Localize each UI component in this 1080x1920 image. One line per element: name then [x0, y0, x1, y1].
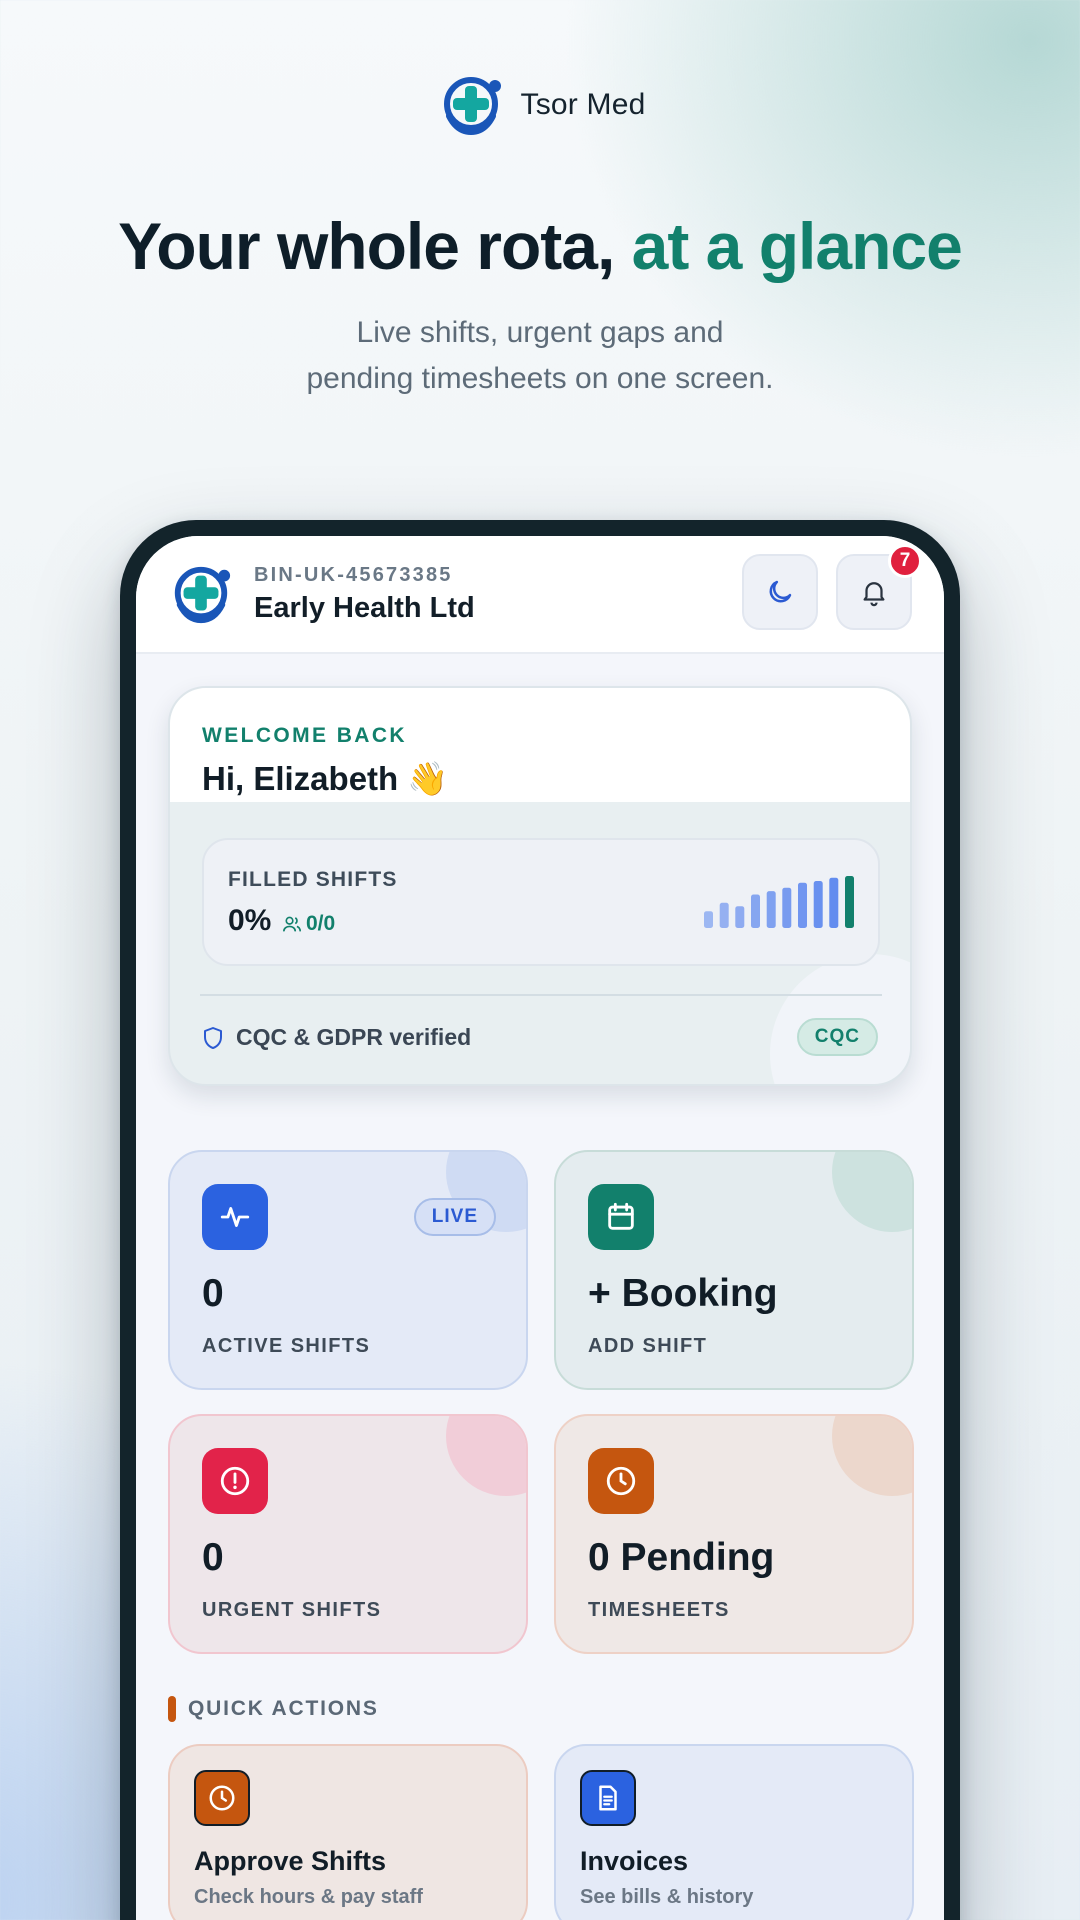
- trend-bar: [829, 877, 839, 928]
- notifications-button[interactable]: 7: [836, 544, 922, 630]
- approve-shifts-action[interactable]: Approve Shifts Check hours & pay staff: [168, 1744, 528, 1920]
- trend-bar: [798, 882, 807, 928]
- quick-actions-heading: QUICK ACTIONS: [168, 1696, 379, 1722]
- add-shift-label: ADD SHIFT: [588, 1335, 708, 1357]
- hero-headline: Your whole rota, at a glance: [0, 208, 1080, 284]
- timesheets-label: TIMESHEETS: [588, 1599, 730, 1621]
- welcome-divider: [200, 994, 882, 996]
- quick-actions-title: QUICK ACTIONS: [188, 1697, 379, 1720]
- tile-decoration: [446, 1416, 526, 1496]
- clock-icon: [588, 1448, 654, 1514]
- welcome-label: WELCOME BACK: [202, 724, 407, 747]
- trend-bar: [782, 887, 792, 928]
- headline-accent: at a glance: [631, 209, 963, 283]
- users-icon: [283, 916, 301, 932]
- brand: Tsor Med: [0, 72, 1080, 138]
- bell-icon: [863, 582, 885, 607]
- verified-text: CQC & GDPR verified: [236, 1024, 472, 1050]
- subline-2: pending timesheets on one screen.: [306, 362, 774, 395]
- approve-shifts-title: Approve Shifts: [194, 1846, 387, 1876]
- tile-decoration: [832, 1152, 912, 1232]
- org-logo-icon: [174, 566, 231, 624]
- welcome-card: WELCOME BACK Hi, Elizabeth 👋 FILLED SHIF…: [168, 686, 912, 1086]
- app-header: BIN-UK-45673385 Early Health Ltd 7: [136, 536, 944, 654]
- pending-timesheets-value: 0 Pending: [588, 1536, 775, 1579]
- org-name: Early Health Ltd: [254, 592, 475, 624]
- invoices-subtitle: See bills & history: [580, 1886, 754, 1908]
- document-icon: [580, 1770, 636, 1826]
- subline-1: Live shifts, urgent gaps and: [356, 316, 724, 349]
- trend-bar: [719, 902, 729, 928]
- filled-count-text: 0/0: [306, 912, 336, 935]
- urgent-shifts-value: 0: [202, 1536, 224, 1579]
- filled-shifts-percent: 0%: [228, 904, 272, 937]
- active-shifts-value: 0: [202, 1272, 224, 1315]
- org-id: BIN-UK-45673385: [254, 564, 453, 586]
- active-shifts-tile[interactable]: LIVE 0 ACTIVE SHIFTS: [168, 1150, 528, 1390]
- theme-toggle-button[interactable]: [742, 554, 818, 630]
- trend-bar: [845, 876, 854, 928]
- cqc-chip: CQC: [796, 1018, 878, 1056]
- trend-bar: [735, 906, 745, 928]
- welcome-greeting: Hi, Elizabeth 👋: [202, 760, 449, 797]
- approve-shifts-subtitle: Check hours & pay staff: [194, 1886, 423, 1908]
- active-shifts-label: ACTIVE SHIFTS: [202, 1335, 371, 1357]
- urgent-shifts-label: URGENT SHIFTS: [202, 1599, 382, 1621]
- filled-shifts-panel: FILLED SHIFTS 0% 0/0: [202, 838, 880, 966]
- filled-shifts-label: FILLED SHIFTS: [228, 868, 398, 891]
- hero-subline: Live shifts, urgent gaps and pending tim…: [0, 310, 1080, 402]
- alert-icon: [202, 1448, 268, 1514]
- trend-bar: [751, 894, 760, 928]
- tile-decoration: [832, 1416, 912, 1496]
- notification-count-badge: 7: [888, 544, 922, 578]
- calendar-icon: [588, 1184, 654, 1250]
- trend-bar: [766, 891, 776, 928]
- invoices-action[interactable]: Invoices See bills & history: [554, 1744, 914, 1920]
- shield-icon: [204, 1026, 222, 1049]
- section-marker: [168, 1696, 176, 1722]
- activity-icon: [202, 1184, 268, 1250]
- trend-bar: [704, 911, 713, 928]
- tsor-med-logo-icon: [443, 77, 501, 136]
- clock-icon: [194, 1770, 250, 1826]
- urgent-shifts-tile[interactable]: 0 URGENT SHIFTS: [168, 1414, 528, 1654]
- phone-frame: BIN-UK-45673385 Early Health Ltd 7 WELCO…: [120, 520, 960, 1920]
- pending-timesheets-tile[interactable]: 0 Pending TIMESHEETS: [554, 1414, 914, 1654]
- filled-shifts-count: 0/0: [282, 912, 335, 936]
- trend-bar: [813, 881, 823, 928]
- add-booking-value: + Booking: [588, 1272, 778, 1315]
- invoices-title: Invoices: [580, 1846, 689, 1876]
- app-screen: BIN-UK-45673385 Early Health Ltd 7 WELCO…: [136, 536, 944, 1920]
- headline-main: Your whole rota,: [118, 209, 632, 283]
- add-booking-tile[interactable]: + Booking ADD SHIFT: [554, 1150, 914, 1390]
- filled-trend-sparkbars: [704, 876, 854, 928]
- brand-name: Tsor Med: [520, 88, 646, 121]
- verified-row: CQC & GDPR verified: [202, 1024, 471, 1051]
- live-chip: LIVE: [413, 1198, 496, 1236]
- moon-icon: [769, 580, 792, 603]
